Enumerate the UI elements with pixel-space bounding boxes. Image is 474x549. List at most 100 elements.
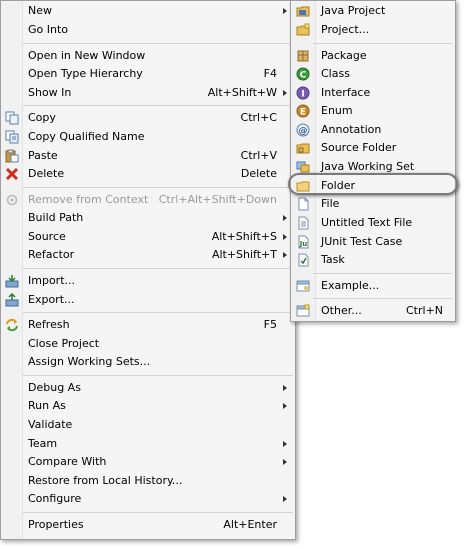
menu-item-open-type-hierarchy[interactable]: Open Type Hierarchy F4: [1, 65, 295, 83]
shortcut-label: F4: [263, 67, 277, 80]
shortcut-label: Ctrl+Alt+Shift+Down: [158, 193, 277, 206]
menu-separator: [23, 43, 293, 44]
submenu-item-file[interactable]: File: [291, 195, 455, 213]
menu-item-new[interactable]: New: [1, 2, 295, 20]
submenu-item-interface[interactable]: I Interface: [291, 84, 455, 102]
submenu-item-other[interactable]: Other... Ctrl+N: [291, 302, 455, 320]
submenu-item-java-project[interactable]: Java Project: [291, 2, 455, 20]
menu-item-label: Example...: [321, 279, 380, 292]
menu-separator: [23, 105, 293, 106]
export-icon: [5, 293, 19, 307]
menu-separator: [23, 512, 293, 513]
menu-item-assign-working-sets[interactable]: Assign Working Sets...: [1, 353, 295, 371]
file-icon: [298, 197, 309, 211]
submenu-item-package[interactable]: Package: [291, 47, 455, 65]
menu-item-source[interactable]: Source Alt+Shift+S: [1, 228, 295, 246]
submenu-item-project[interactable]: Project...: [291, 21, 455, 39]
menu-item-compare-with[interactable]: Compare With: [1, 453, 295, 471]
submenu-arrow-icon: [283, 90, 287, 96]
shortcut-label: Ctrl+V: [240, 149, 277, 162]
menu-item-refresh[interactable]: Refresh F5: [1, 316, 295, 334]
menu-item-label: Debug As: [28, 381, 81, 394]
menu-item-debug-as[interactable]: Debug As: [1, 379, 295, 397]
shortcut-label: Ctrl+N: [405, 304, 443, 317]
submenu-arrow-icon: [283, 496, 287, 502]
menu-item-label: Compare With: [28, 455, 107, 468]
submenu-item-untitled-text-file[interactable]: Untitled Text File: [291, 214, 455, 232]
menu-item-validate[interactable]: Validate: [1, 416, 295, 434]
other-icon: [296, 304, 310, 317]
menu-item-label: Delete: [28, 167, 65, 180]
menu-item-go-into[interactable]: Go Into: [1, 21, 295, 39]
menu-item-copy-qualified-name[interactable]: Copy Qualified Name: [1, 128, 295, 146]
menu-item-label: Build Path: [28, 211, 84, 224]
menu-item-label: Properties: [28, 518, 84, 531]
shortcut-label: Alt+Enter: [223, 518, 277, 531]
submenu-arrow-icon: [283, 385, 287, 391]
menu-item-refactor[interactable]: Refactor Alt+Shift+T: [1, 246, 295, 264]
submenu-arrow-icon: [283, 459, 287, 465]
source-folder-icon: [296, 143, 310, 154]
menu-item-label: Annotation: [321, 123, 382, 136]
submenu-item-enum[interactable]: E Enum: [291, 102, 455, 120]
java-project-icon: [296, 6, 310, 17]
menu-item-export[interactable]: Export...: [1, 291, 295, 309]
submenu-item-example[interactable]: Example...: [291, 277, 455, 295]
menu-item-label: Refactor: [28, 248, 75, 261]
menu-item-remove-from-context[interactable]: Remove from Context Ctrl+Alt+Shift+Down: [1, 191, 295, 209]
copy-qualified-icon: [5, 130, 19, 144]
menu-item-label: Class: [321, 67, 350, 80]
menu-item-label: Paste: [28, 149, 58, 162]
menu-separator: [313, 298, 453, 299]
submenu-arrow-icon: [283, 403, 287, 409]
folder-highlight-ring: [288, 173, 458, 195]
menu-separator: [23, 268, 293, 269]
menu-item-configure[interactable]: Configure: [1, 490, 295, 508]
menu-item-paste[interactable]: Paste Ctrl+V: [1, 147, 295, 165]
submenu-arrow-icon: [283, 252, 287, 258]
submenu-item-junit-test-case[interactable]: Ju JUnit Test Case: [291, 233, 455, 251]
menu-item-restore-local-history[interactable]: Restore from Local History...: [1, 472, 295, 490]
task-icon: [298, 253, 309, 267]
menu-item-label: Source: [28, 230, 66, 243]
svg-text:E: E: [300, 108, 306, 118]
menu-item-properties[interactable]: Properties Alt+Enter: [1, 516, 295, 534]
package-icon: [297, 50, 309, 62]
menu-separator: [313, 273, 453, 274]
menu-separator: [23, 312, 293, 313]
menu-separator: [23, 187, 293, 188]
svg-text:@: @: [299, 127, 308, 137]
menu-item-label: Other...: [321, 304, 362, 317]
menu-item-import[interactable]: Import...: [1, 272, 295, 290]
menu-item-label: Validate: [28, 418, 73, 431]
menu-item-label: Project...: [321, 23, 370, 36]
menu-item-open-new-window[interactable]: Open in New Window: [1, 47, 295, 65]
submenu-item-task[interactable]: Task: [291, 251, 455, 269]
svg-text:C: C: [300, 71, 307, 81]
submenu-item-class[interactable]: C Class: [291, 65, 455, 83]
menu-separator: [313, 43, 453, 44]
submenu-arrow-icon: [283, 441, 287, 447]
menu-item-show-in[interactable]: Show In Alt+Shift+W: [1, 84, 295, 102]
menu-item-label: Interface: [321, 86, 371, 99]
shortcut-label: Ctrl+C: [240, 111, 277, 124]
submenu-item-annotation[interactable]: @ Annotation: [291, 121, 455, 139]
menu-item-label: Run As: [28, 399, 66, 412]
menu-item-label: Untitled Text File: [321, 216, 413, 229]
menu-item-label: Open in New Window: [28, 49, 146, 62]
svg-text:Ju: Ju: [299, 240, 308, 248]
menu-item-label: Copy Qualified Name: [28, 130, 145, 143]
submenu-item-source-folder[interactable]: Source Folder: [291, 139, 455, 157]
menu-item-run-as[interactable]: Run As: [1, 397, 295, 415]
menu-item-close-project[interactable]: Close Project: [1, 335, 295, 353]
menu-item-label: File: [321, 197, 340, 210]
enum-icon: E: [296, 104, 310, 118]
menu-item-build-path[interactable]: Build Path: [1, 209, 295, 227]
menu-item-delete[interactable]: Delete Delete: [1, 165, 295, 183]
menu-item-label: Configure: [28, 492, 82, 505]
menu-item-label: Restore from Local History...: [28, 474, 183, 487]
menu-item-copy[interactable]: Copy Ctrl+C: [1, 109, 295, 127]
menu-item-team[interactable]: Team: [1, 435, 295, 453]
new-submenu: Java Project Project... Package C Class …: [290, 0, 456, 322]
shortcut-label: F5: [263, 318, 277, 331]
